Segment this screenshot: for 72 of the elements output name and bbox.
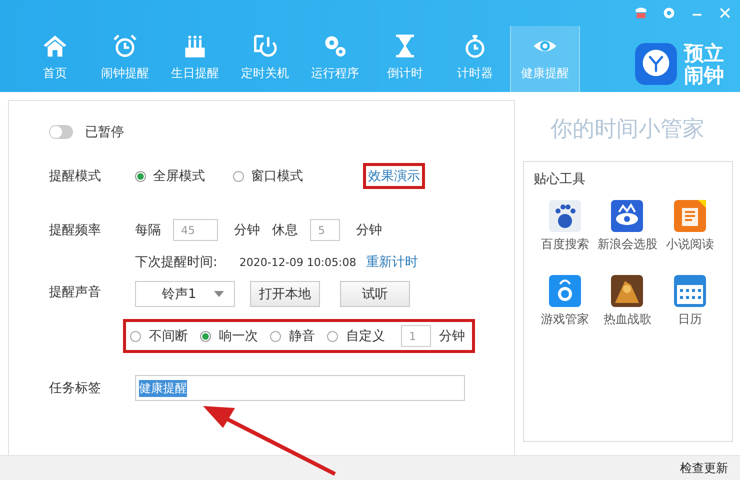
tool-label: 百度搜索	[540, 236, 589, 253]
next-time-label: 下次提醒时间:	[135, 254, 218, 271]
panel-title: 贴心工具	[534, 171, 586, 188]
logo-text: 预立	[684, 42, 724, 64]
interval-field[interactable]: 45	[173, 219, 218, 241]
paw-icon	[548, 200, 581, 232]
rest-label: 休息	[272, 222, 298, 239]
sound-button[interactable]: 打开本地	[250, 281, 320, 307]
caret-icon	[214, 291, 224, 297]
radio-label: 全屏模式	[153, 168, 205, 185]
tool-item[interactable]: 百度搜索	[534, 200, 596, 253]
radio-label: 窗口模式	[251, 168, 303, 185]
tool-item[interactable]: 新浪会选股	[596, 200, 659, 253]
interval-label: 每隔	[135, 222, 161, 239]
alarm-clock-icon	[112, 33, 138, 59]
tool-item[interactable]: 小说阅读	[658, 200, 722, 253]
book-app-icon	[674, 200, 706, 232]
tool-item[interactable]: 热血战歌	[596, 275, 659, 328]
field-label: 提醒声音	[49, 284, 102, 301]
tool-item[interactable]: 游戏管家	[534, 275, 596, 328]
toggle-label: 已暂停	[85, 124, 124, 141]
radio-button[interactable]	[327, 330, 338, 342]
eye-logo-icon	[611, 200, 644, 232]
radio-label: 自定义	[346, 328, 385, 345]
pause-toggle[interactable]	[49, 125, 73, 139]
unit-label: 分钟	[439, 328, 465, 345]
field-label: 提醒频率	[49, 222, 102, 239]
radio-label: 响一次	[219, 328, 258, 345]
tool-label: 热血战歌	[603, 311, 652, 328]
tool-label: 游戏管家	[540, 311, 589, 328]
nav-tab[interactable]: 计时器	[440, 26, 510, 92]
radio-button[interactable]	[233, 170, 244, 182]
skin-icon[interactable]	[634, 6, 648, 20]
task-tag-field[interactable]: 健康提醒	[135, 375, 465, 401]
update-link[interactable]: 检查更新	[680, 460, 728, 476]
reset-link[interactable]: 重新计时	[366, 253, 418, 271]
next-time-value: 2020-12-09 10:05:08	[239, 256, 356, 268]
field-label: 任务标签	[49, 380, 102, 397]
radio-button[interactable]	[200, 330, 211, 342]
slogan-text: 你的时间小管家	[550, 116, 704, 144]
unit-label: 分钟	[234, 222, 260, 239]
nav-tab[interactable]: 闹钟提醒	[90, 26, 160, 92]
shopping-bag-icon	[548, 275, 581, 307]
nav-tab[interactable]: 生日提醒	[160, 26, 230, 92]
nav-tab[interactable]: 运行程序	[300, 26, 370, 92]
field-label: 提醒模式	[49, 168, 102, 185]
tool-label: 小说阅读	[666, 236, 714, 253]
nav-tab[interactable]: 首页	[20, 26, 90, 92]
nav-tab[interactable]: 倒计时	[370, 26, 440, 92]
settings-icon[interactable]	[662, 6, 676, 20]
demo-link[interactable]: 效果演示	[368, 169, 420, 184]
tool-item[interactable]: 日历	[658, 275, 722, 328]
calendar-icon	[674, 275, 706, 307]
logo-text: 闹钟	[684, 64, 724, 86]
rest-field[interactable]: 5	[310, 219, 340, 241]
radio-button[interactable]	[135, 170, 146, 182]
sound-button[interactable]: 试听	[340, 281, 410, 307]
game-icon	[611, 275, 644, 307]
custom-minutes-field[interactable]: 1	[401, 325, 431, 347]
close-icon[interactable]	[718, 6, 732, 20]
ringtone-dropdown[interactable]: 铃声1	[135, 281, 235, 307]
tool-label: 新浪会选股	[597, 236, 658, 253]
alarm-clock-logo-icon	[634, 42, 678, 86]
nav-tab[interactable]: 定时关机	[230, 26, 300, 92]
home-icon	[42, 33, 68, 59]
radio-label: 静音	[289, 328, 315, 345]
radio-button[interactable]	[270, 330, 281, 342]
power-icon	[252, 33, 278, 59]
unit-label: 分钟	[356, 222, 382, 239]
tool-label: 日历	[678, 311, 702, 328]
radio-label: 不间断	[149, 328, 188, 345]
radio-button[interactable]	[130, 330, 141, 342]
